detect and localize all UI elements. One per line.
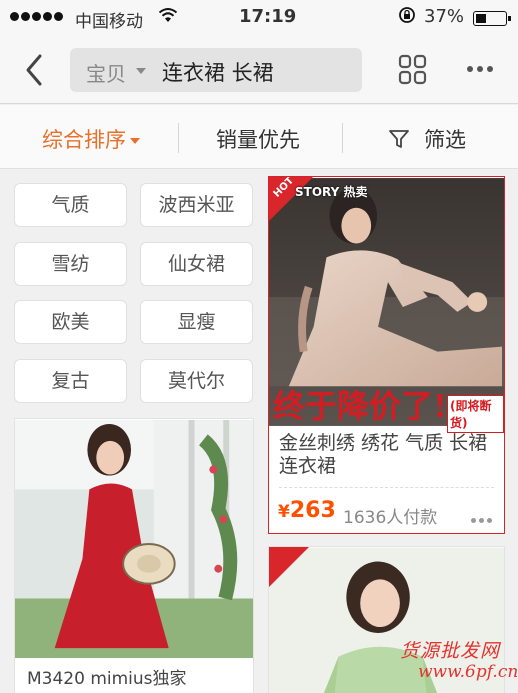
signal-strength-icon <box>10 12 63 21</box>
lock-rotation-icon <box>398 6 416 29</box>
product-price: ¥263 <box>278 498 336 523</box>
more-icon[interactable] <box>467 66 493 72</box>
search-input[interactable]: 宝贝 连衣裙 长裙 <box>70 48 362 92</box>
tag-chip[interactable]: 雪纺 <box>14 242 127 286</box>
tag-chip[interactable]: 仙女裙 <box>140 242 253 286</box>
battery-percentage: 37% <box>424 6 465 27</box>
divider <box>342 123 343 153</box>
product-card[interactable]: M3420 mimius独家 <box>14 418 254 693</box>
battery-icon <box>473 11 511 26</box>
sort-bar: 综合排序 销量优先 筛选 <box>0 105 518 169</box>
grid-view-icon[interactable] <box>398 54 428 86</box>
watermark-text: 货源批发网 <box>400 640 501 662</box>
search-category[interactable]: 宝贝 <box>86 58 126 87</box>
status-time: 17:19 <box>239 6 297 27</box>
paid-count: 1636人付款 <box>343 508 438 528</box>
tag-chip[interactable]: 气质 <box>14 183 127 227</box>
watermark-url: www.6pf.cn <box>418 662 518 682</box>
product-photo[interactable] <box>15 419 253 659</box>
product-title[interactable]: M3420 mimius独家 <box>27 669 247 689</box>
price-value: 263 <box>289 498 336 523</box>
battery-level <box>476 14 486 23</box>
sort-default-label: 综合排序 <box>42 128 126 152</box>
category-dropdown-icon[interactable] <box>136 68 146 74</box>
carrier-name: 中国移动 <box>75 12 143 32</box>
divider <box>279 487 494 488</box>
tag-chip[interactable]: 复古 <box>14 359 127 403</box>
search-header: 宝贝 连衣裙 长裙 <box>0 36 518 104</box>
watermark: 货源批发网 www.6pf.cn <box>400 636 518 691</box>
search-query[interactable]: 连衣裙 长裙 <box>162 57 274 87</box>
tag-chip[interactable]: 莫代尔 <box>140 359 253 403</box>
card-more-icon[interactable] <box>471 518 492 523</box>
currency-symbol: ¥ <box>278 502 290 522</box>
filter-button[interactable]: 筛选 <box>388 124 466 154</box>
sort-default-button[interactable]: 综合排序 <box>42 124 140 154</box>
promo-banner: 终于降价了! <box>273 387 448 425</box>
sort-sales-button[interactable]: 销量优先 <box>216 124 300 154</box>
dropdown-caret-icon <box>130 138 140 144</box>
product-title[interactable]: 金丝刺绣 绣花 气质 长裙连衣裙 <box>279 432 489 478</box>
promo-note: (即将断货) <box>447 395 504 433</box>
tag-chip[interactable]: 欧美 <box>14 300 127 344</box>
tag-chip[interactable]: 波西米亚 <box>140 183 253 227</box>
filter-funnel-icon <box>389 130 409 148</box>
divider <box>178 123 179 153</box>
tag-chip[interactable]: 显瘦 <box>140 300 253 344</box>
status-bar: 中国移动 17:19 37% <box>0 0 518 36</box>
story-badge: STORY 热卖 <box>295 185 368 199</box>
promo-badge <box>269 547 309 587</box>
wifi-icon <box>158 7 178 28</box>
back-icon[interactable] <box>20 50 50 90</box>
filter-label: 筛选 <box>424 128 466 152</box>
product-card[interactable]: HOT STORY 热卖 终于降价了! (即将断货) 金丝刺绣 绣花 气质 长裙… <box>268 176 505 534</box>
